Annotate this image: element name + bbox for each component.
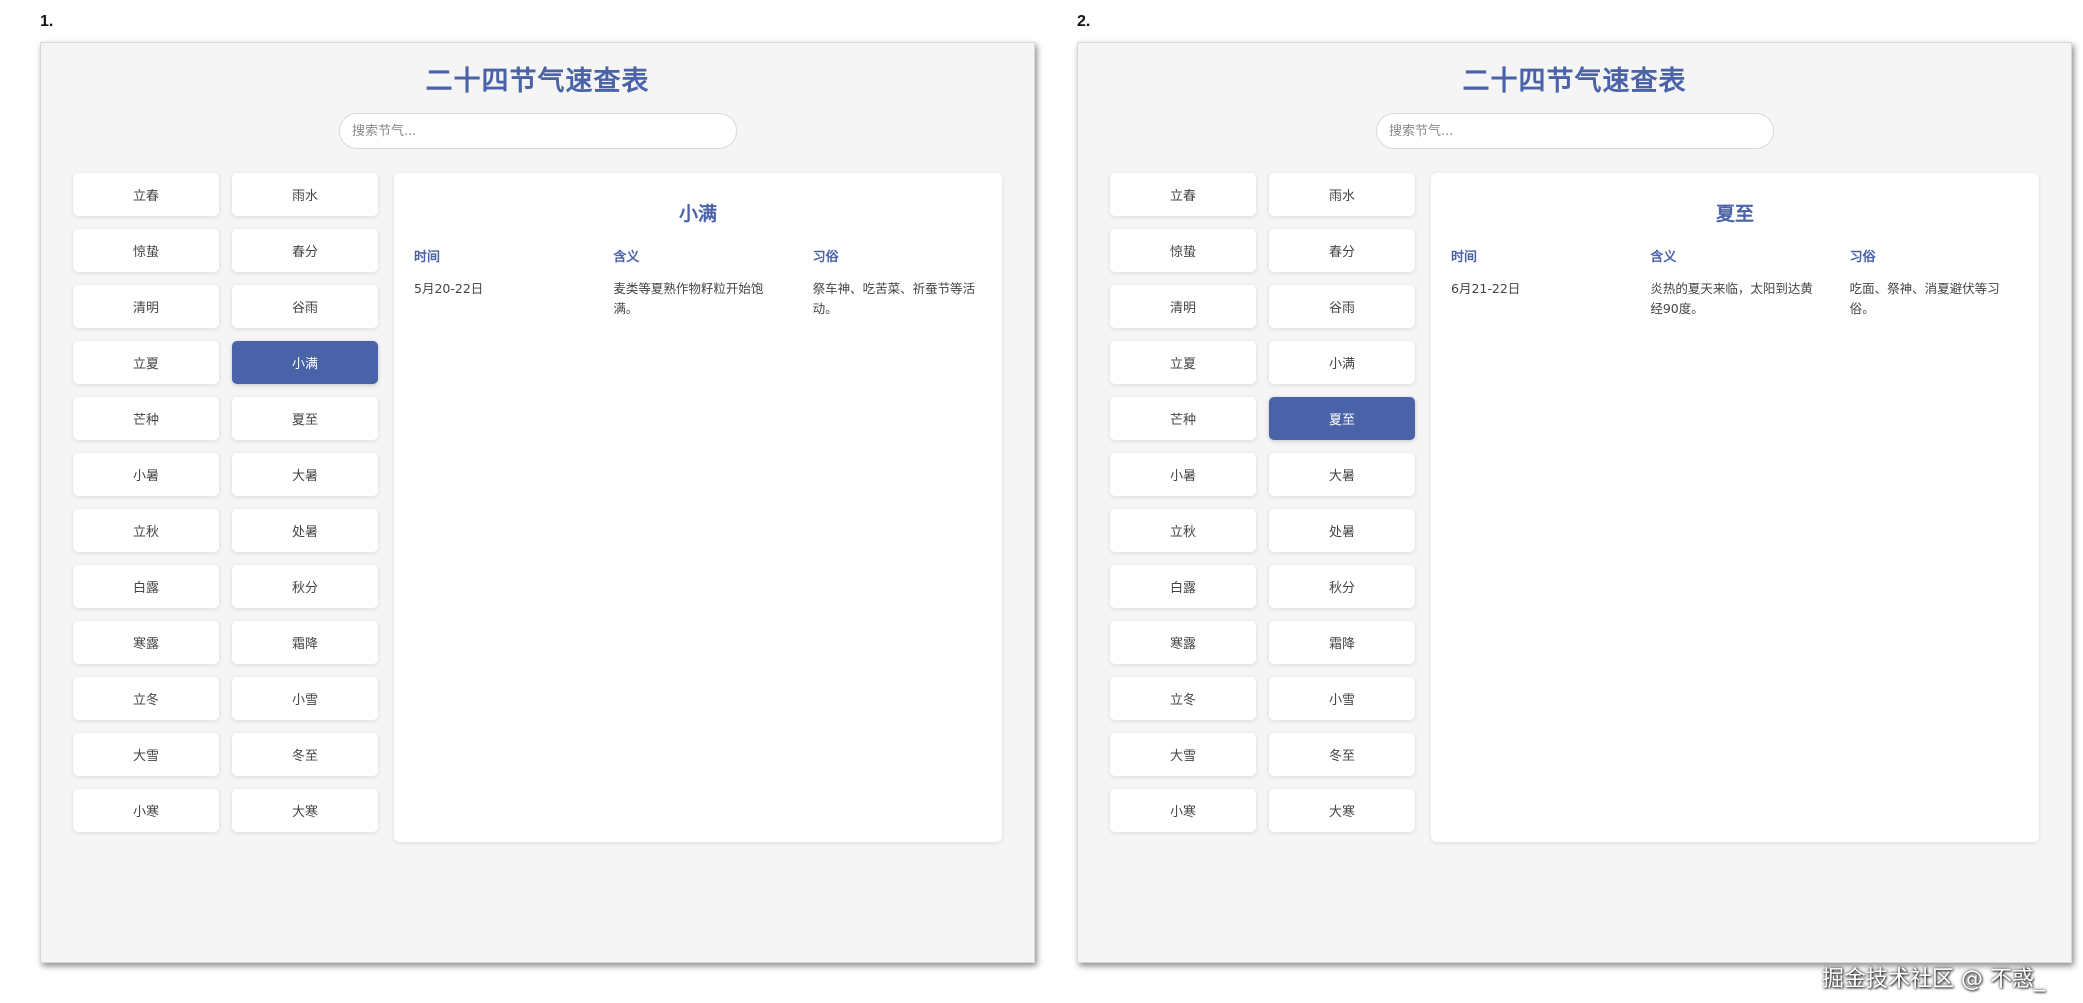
- solar-term-button[interactable]: 立夏: [73, 341, 219, 384]
- solar-term-button[interactable]: 立春: [1110, 173, 1256, 216]
- meaning-heading: 含义: [1650, 250, 1677, 265]
- solar-term-button[interactable]: 惊蛰: [1110, 229, 1256, 272]
- detail-card: 夏至 时间 6月21-22日 含义 炎热的夏天来临，太阳到达黄经90度。 习俗 …: [1431, 173, 2039, 842]
- solar-term-button[interactable]: 芒种: [1110, 397, 1256, 440]
- solar-term-button[interactable]: 寒露: [73, 621, 219, 664]
- solar-term-button[interactable]: 小雪: [1269, 677, 1415, 720]
- solar-term-button[interactable]: 秋分: [1269, 565, 1415, 608]
- solar-term-button[interactable]: 霜降: [232, 621, 378, 664]
- solar-term-button[interactable]: 处暑: [232, 509, 378, 552]
- solar-term-button[interactable]: 立秋: [73, 509, 219, 552]
- detail-card: 小满 时间 5月20-22日 含义 麦类等夏熟作物籽粒开始饱满。 习俗 祭车神、…: [394, 173, 1002, 842]
- custom-column: 习俗 吃面、祭神、消夏避伏等习俗。: [1850, 246, 2019, 319]
- solar-term-button[interactable]: 大暑: [1269, 453, 1415, 496]
- solar-term-button[interactable]: 秋分: [232, 565, 378, 608]
- meaning-column: 含义 麦类等夏熟作物籽粒开始饱满。: [613, 246, 782, 319]
- solar-term-button[interactable]: 谷雨: [1269, 285, 1415, 328]
- solar-term-button[interactable]: 冬至: [1269, 733, 1415, 776]
- search-input[interactable]: [339, 113, 737, 149]
- page-title: 二十四节气速查表: [1462, 66, 1687, 97]
- meaning-column: 含义 炎热的夏天来临，太阳到达黄经90度。: [1650, 246, 1819, 319]
- meaning-value: 炎热的夏天来临，太阳到达黄经90度。: [1650, 281, 1813, 316]
- detail-columns: 时间 6月21-22日 含义 炎热的夏天来临，太阳到达黄经90度。 习俗 吃面、…: [1451, 246, 2019, 319]
- solar-term-button[interactable]: 大寒: [1269, 789, 1415, 832]
- solar-term-button[interactable]: 夏至: [232, 397, 378, 440]
- solar-term-button[interactable]: 小暑: [1110, 453, 1256, 496]
- custom-heading: 习俗: [1849, 250, 1876, 265]
- time-column: 时间 5月20-22日: [414, 246, 583, 319]
- solar-term-button[interactable]: 白露: [1110, 565, 1256, 608]
- solar-term-button[interactable]: 雨水: [232, 173, 378, 216]
- solar-term-button[interactable]: 立秋: [1110, 509, 1256, 552]
- solar-term-button[interactable]: 惊蛰: [73, 229, 219, 272]
- app-window: 二十四节气速查表 立春雨水惊蛰春分清明谷雨立夏小满芒种夏至小暑大暑立秋处暑白露秋…: [1077, 42, 2072, 963]
- solar-term-button[interactable]: 大雪: [1110, 733, 1256, 776]
- search-input[interactable]: [1376, 113, 1774, 149]
- detail-title: 小满: [678, 203, 717, 225]
- solar-term-button[interactable]: 芒种: [73, 397, 219, 440]
- solar-term-grid: 立春 雨水 惊蛰 春分 清明 谷雨 立夏 小满 芒种 夏至 小暑 大暑 立秋 处暑 白露 秋分 寒露 霜降 立冬 小雪…: [1110, 173, 1416, 832]
- solar-term-button[interactable]: 小寒: [73, 789, 219, 832]
- app-window: 二十四节气速查表 立春雨水惊蛰春分清明谷雨立夏小满芒种夏至小暑大暑立秋处暑白露秋…: [40, 42, 1035, 963]
- solar-term-grid: 立春 雨水 惊蛰 春分 清明 谷雨 立夏 小满 芒种 夏至 小暑 大暑 立秋 处暑 白露 秋分 寒露 霜降 立冬 小雪…: [73, 173, 379, 832]
- solar-term-button[interactable]: 立夏: [1110, 341, 1256, 384]
- panel-number: 1.: [40, 13, 54, 30]
- custom-heading: 习俗: [812, 250, 839, 265]
- solar-term-button[interactable]: 霜降: [1269, 621, 1415, 664]
- solar-term-button[interactable]: 立冬: [73, 677, 219, 720]
- solar-term-button[interactable]: 冬至: [232, 733, 378, 776]
- time-heading: 时间: [414, 250, 441, 265]
- time-column: 时间 6月21-22日: [1451, 246, 1620, 319]
- solar-term-button[interactable]: 清明: [73, 285, 219, 328]
- solar-term-button[interactable]: 白露: [73, 565, 219, 608]
- time-heading: 时间: [1451, 250, 1478, 265]
- solar-term-button[interactable]: 谷雨: [232, 285, 378, 328]
- detail-title: 夏至: [1715, 203, 1754, 225]
- solar-term-button[interactable]: 小雪: [232, 677, 378, 720]
- solar-term-button[interactable]: 春分: [1269, 229, 1415, 272]
- custom-value: 吃面、祭神、消夏避伏等习俗。: [1849, 281, 2000, 316]
- time-value: 6月21-22日: [1451, 281, 1521, 296]
- solar-term-button[interactable]: 寒露: [1110, 621, 1256, 664]
- solar-term-button[interactable]: 夏至: [1269, 397, 1415, 440]
- time-value: 5月20-22日: [414, 281, 484, 296]
- solar-term-button[interactable]: 立冬: [1110, 677, 1256, 720]
- solar-term-button[interactable]: 小暑: [73, 453, 219, 496]
- custom-value: 祭车神、吃苦菜、祈蚕节等活动。: [812, 281, 976, 316]
- solar-term-button[interactable]: 立春: [73, 173, 219, 216]
- solar-term-button[interactable]: 雨水: [1269, 173, 1415, 216]
- solar-term-button[interactable]: 大寒: [232, 789, 378, 832]
- solar-term-button[interactable]: 春分: [232, 229, 378, 272]
- panel-number: 2.: [1077, 13, 1091, 30]
- watermark: 掘金技术社区 @ 不惑_: [1822, 967, 2045, 992]
- solar-term-button[interactable]: 小寒: [1110, 789, 1256, 832]
- solar-term-button[interactable]: 大雪: [73, 733, 219, 776]
- meaning-value: 麦类等夏熟作物籽粒开始饱满。: [613, 281, 764, 316]
- solar-term-button[interactable]: 处暑: [1269, 509, 1415, 552]
- solar-term-button[interactable]: 清明: [1110, 285, 1256, 328]
- solar-term-button[interactable]: 小满: [232, 341, 378, 384]
- page-title: 二十四节气速查表: [425, 66, 650, 97]
- detail-columns: 时间 5月20-22日 含义 麦类等夏熟作物籽粒开始饱满。 习俗 祭车神、吃苦菜…: [414, 246, 982, 319]
- solar-term-button[interactable]: 小满: [1269, 341, 1415, 384]
- solar-term-button[interactable]: 大暑: [232, 453, 378, 496]
- meaning-heading: 含义: [613, 250, 640, 265]
- custom-column: 习俗 祭车神、吃苦菜、祈蚕节等活动。: [813, 246, 982, 319]
